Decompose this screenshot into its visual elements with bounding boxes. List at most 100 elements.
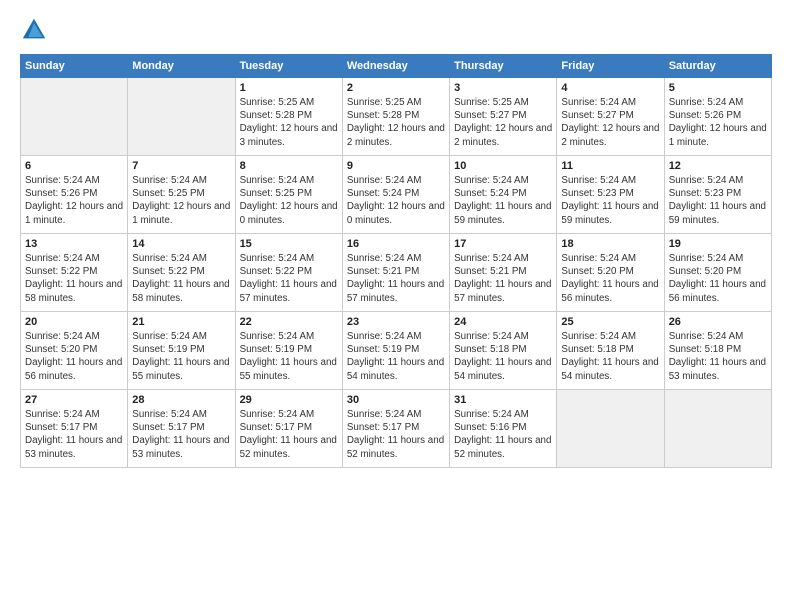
weekday-header-wednesday: Wednesday	[342, 55, 449, 78]
day-info: Sunrise: 5:24 AM Sunset: 5:16 PM Dayligh…	[454, 408, 552, 461]
day-number: 10	[454, 160, 552, 172]
weekday-header-sunday: Sunday	[21, 55, 128, 78]
calendar-cell: 17Sunrise: 5:24 AM Sunset: 5:21 PM Dayli…	[450, 234, 557, 312]
day-number: 29	[240, 394, 338, 406]
weekday-header-tuesday: Tuesday	[235, 55, 342, 78]
day-info: Sunrise: 5:24 AM Sunset: 5:21 PM Dayligh…	[347, 252, 445, 305]
week-row-2: 13 Sunrise: 5:24 AM Sunset: 5:22 PM Dayli…	[21, 234, 772, 312]
day-info: Sunrise: 5:24 AM Sunset: 5:25 PM Dayligh…	[240, 174, 338, 227]
day-info: Sunrise: 5:24 AM Sunset: 5:18 PM Dayligh…	[561, 330, 659, 383]
calendar-cell: 6 Sunrise: 5:24 AM Sunset: 5:26 PM Daylig…	[21, 156, 128, 234]
day-number: 6	[25, 160, 123, 172]
day-info: Sunrise: 5:25 AM Sunset: 5:28 PM Dayligh…	[240, 96, 338, 149]
calendar-cell: 27Sunrise: 5:24 AM Sunset: 5:17 PM Dayli…	[21, 390, 128, 468]
page: SundayMondayTuesdayWednesdayThursdayFrid…	[0, 0, 792, 478]
day-info: Sunrise: 5:24 AM Sunset: 5:17 PM Dayligh…	[347, 408, 445, 461]
day-number: 9	[347, 160, 445, 172]
calendar-cell: 29 Sunrise: 5:24 AM Sunset: 5:17 PM Dayli…	[235, 390, 342, 468]
day-info: Sunrise: 5:24 AM Sunset: 5:22 PM Dayligh…	[25, 252, 123, 305]
calendar-cell	[664, 390, 771, 468]
calendar-cell: 22 Sunrise: 5:24 AM Sunset: 5:19 PM Dayli…	[235, 312, 342, 390]
day-number: 15	[240, 238, 338, 250]
weekday-header-monday: Monday	[128, 55, 235, 78]
day-number: 28	[132, 394, 230, 406]
day-info: Sunrise: 5:24 AM Sunset: 5:20 PM Dayligh…	[25, 330, 123, 383]
day-info: Sunrise: 5:24 AM Sunset: 5:21 PM Dayligh…	[454, 252, 552, 305]
day-number: 30	[347, 394, 445, 406]
day-number: 11	[561, 160, 659, 172]
day-info: Sunrise: 5:24 AM Sunset: 5:26 PM Dayligh…	[669, 96, 767, 149]
week-row-1: 6 Sunrise: 5:24 AM Sunset: 5:26 PM Daylig…	[21, 156, 772, 234]
calendar-cell: 10 Sunrise: 5:24 AM Sunset: 5:24 PM Dayli…	[450, 156, 557, 234]
day-number: 16	[347, 238, 445, 250]
weekday-row: SundayMondayTuesdayWednesdayThursdayFrid…	[21, 55, 772, 78]
calendar-cell: 18 Sunrise: 5:24 AM Sunset: 5:20 PM Dayli…	[557, 234, 664, 312]
day-info: Sunrise: 5:24 AM Sunset: 5:24 PM Dayligh…	[347, 174, 445, 227]
calendar-header: SundayMondayTuesdayWednesdayThursdayFrid…	[21, 55, 772, 78]
day-info: Sunrise: 5:25 AM Sunset: 5:27 PM Dayligh…	[454, 96, 552, 149]
day-info: Sunrise: 5:24 AM Sunset: 5:24 PM Dayligh…	[454, 174, 552, 227]
week-row-4: 27Sunrise: 5:24 AM Sunset: 5:17 PM Dayli…	[21, 390, 772, 468]
day-number: 19	[669, 238, 767, 250]
calendar-cell: 16 Sunrise: 5:24 AM Sunset: 5:21 PM Dayli…	[342, 234, 449, 312]
week-row-0: 1 Sunrise: 5:25 AM Sunset: 5:28 PM Daylig…	[21, 78, 772, 156]
calendar-table: SundayMondayTuesdayWednesdayThursdayFrid…	[20, 54, 772, 468]
day-info: Sunrise: 5:24 AM Sunset: 5:17 PM Dayligh…	[25, 408, 123, 461]
day-info: Sunrise: 5:24 AM Sunset: 5:20 PM Dayligh…	[561, 252, 659, 305]
day-number: 14	[132, 238, 230, 250]
day-info: Sunrise: 5:24 AM Sunset: 5:18 PM Dayligh…	[669, 330, 767, 383]
day-number: 7	[132, 160, 230, 172]
header	[20, 16, 772, 44]
weekday-header-saturday: Saturday	[664, 55, 771, 78]
day-number: 18	[561, 238, 659, 250]
calendar-cell	[128, 78, 235, 156]
calendar-cell: 12 Sunrise: 5:24 AM Sunset: 5:23 PM Dayli…	[664, 156, 771, 234]
calendar-cell: 25 Sunrise: 5:24 AM Sunset: 5:18 PM Dayli…	[557, 312, 664, 390]
day-info: Sunrise: 5:24 AM Sunset: 5:19 PM Dayligh…	[347, 330, 445, 383]
calendar-cell: 9 Sunrise: 5:24 AM Sunset: 5:24 PM Daylig…	[342, 156, 449, 234]
calendar-cell: 11 Sunrise: 5:24 AM Sunset: 5:23 PM Dayli…	[557, 156, 664, 234]
day-info: Sunrise: 5:24 AM Sunset: 5:19 PM Dayligh…	[132, 330, 230, 383]
calendar-cell: 15Sunrise: 5:24 AM Sunset: 5:22 PM Dayli…	[235, 234, 342, 312]
day-info: Sunrise: 5:24 AM Sunset: 5:23 PM Dayligh…	[561, 174, 659, 227]
calendar-cell: 14 Sunrise: 5:24 AM Sunset: 5:22 PM Dayli…	[128, 234, 235, 312]
day-number: 1	[240, 82, 338, 94]
calendar-cell: 21 Sunrise: 5:24 AM Sunset: 5:19 PM Dayli…	[128, 312, 235, 390]
calendar-cell: 1 Sunrise: 5:25 AM Sunset: 5:28 PM Daylig…	[235, 78, 342, 156]
calendar-cell: 20Sunrise: 5:24 AM Sunset: 5:20 PM Dayli…	[21, 312, 128, 390]
day-number: 8	[240, 160, 338, 172]
day-number: 31	[454, 394, 552, 406]
week-row-3: 20Sunrise: 5:24 AM Sunset: 5:20 PM Dayli…	[21, 312, 772, 390]
day-number: 5	[669, 82, 767, 94]
day-info: Sunrise: 5:24 AM Sunset: 5:19 PM Dayligh…	[240, 330, 338, 383]
calendar-cell: 8 Sunrise: 5:24 AM Sunset: 5:25 PM Daylig…	[235, 156, 342, 234]
day-info: Sunrise: 5:24 AM Sunset: 5:17 PM Dayligh…	[132, 408, 230, 461]
day-info: Sunrise: 5:24 AM Sunset: 5:23 PM Dayligh…	[669, 174, 767, 227]
day-number: 12	[669, 160, 767, 172]
day-info: Sunrise: 5:24 AM Sunset: 5:25 PM Dayligh…	[132, 174, 230, 227]
calendar-cell: 26Sunrise: 5:24 AM Sunset: 5:18 PM Dayli…	[664, 312, 771, 390]
logo-icon	[20, 16, 48, 44]
day-number: 25	[561, 316, 659, 328]
day-info: Sunrise: 5:24 AM Sunset: 5:22 PM Dayligh…	[132, 252, 230, 305]
calendar-cell: 31 Sunrise: 5:24 AM Sunset: 5:16 PM Dayli…	[450, 390, 557, 468]
day-number: 24	[454, 316, 552, 328]
calendar-cell: 7 Sunrise: 5:24 AM Sunset: 5:25 PM Daylig…	[128, 156, 235, 234]
calendar-cell	[21, 78, 128, 156]
calendar-body: 1 Sunrise: 5:25 AM Sunset: 5:28 PM Daylig…	[21, 78, 772, 468]
calendar-cell	[557, 390, 664, 468]
weekday-header-thursday: Thursday	[450, 55, 557, 78]
day-number: 21	[132, 316, 230, 328]
day-number: 3	[454, 82, 552, 94]
calendar-cell: 3 Sunrise: 5:25 AM Sunset: 5:27 PM Daylig…	[450, 78, 557, 156]
day-number: 13	[25, 238, 123, 250]
weekday-header-friday: Friday	[557, 55, 664, 78]
day-info: Sunrise: 5:24 AM Sunset: 5:26 PM Dayligh…	[25, 174, 123, 227]
day-number: 23	[347, 316, 445, 328]
day-info: Sunrise: 5:24 AM Sunset: 5:17 PM Dayligh…	[240, 408, 338, 461]
day-number: 22	[240, 316, 338, 328]
day-info: Sunrise: 5:24 AM Sunset: 5:18 PM Dayligh…	[454, 330, 552, 383]
calendar-cell: 5 Sunrise: 5:24 AM Sunset: 5:26 PM Daylig…	[664, 78, 771, 156]
calendar-cell: 24 Sunrise: 5:24 AM Sunset: 5:18 PM Dayli…	[450, 312, 557, 390]
calendar-cell: 2Sunrise: 5:25 AM Sunset: 5:28 PM Daylig…	[342, 78, 449, 156]
